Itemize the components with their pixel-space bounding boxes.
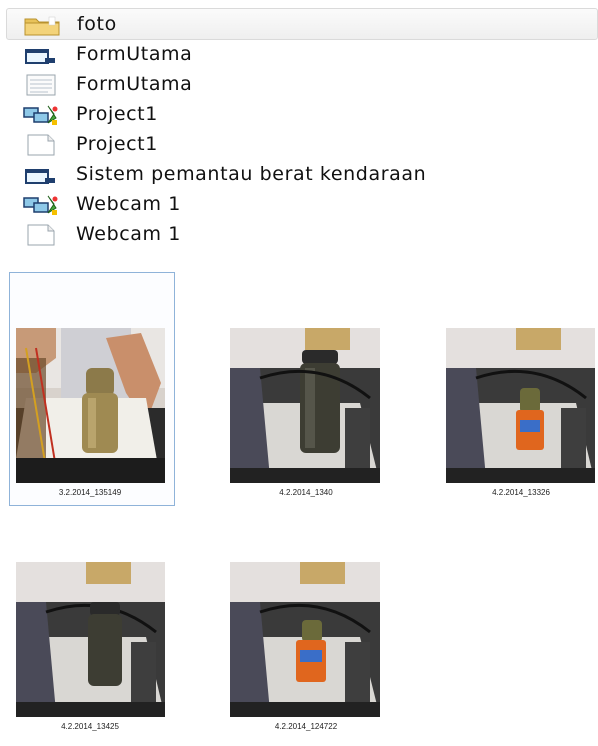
text-file-icon (22, 74, 62, 96)
file-name: FormUtama (76, 43, 193, 65)
file-name: Project1 (76, 133, 158, 155)
file-item-webcam1-vbp[interactable]: Webcam 1 (0, 189, 598, 219)
vb-project-icon (22, 104, 62, 126)
photo-thumbnail[interactable] (230, 562, 380, 717)
thumbnail-caption: 4.2.2014_1340 (279, 488, 333, 497)
file-item-webcam1-blank[interactable]: Webcam 1 (0, 219, 598, 249)
photo-thumbnail (16, 328, 165, 483)
vb-form-icon (22, 164, 62, 186)
photo-thumbnail[interactable] (230, 328, 380, 483)
file-name: Webcam 1 (76, 223, 181, 245)
file-item-sistem-form[interactable]: Sistem pemantau berat kendaraan (0, 159, 598, 189)
photo-thumbnail[interactable] (16, 562, 165, 717)
file-name: foto (77, 13, 117, 35)
thumbnail-caption: 4.2.2014_124722 (274, 722, 338, 731)
folder-icon (23, 14, 63, 36)
vb-form-icon (22, 44, 62, 66)
file-name: FormUtama (76, 73, 193, 95)
file-item-formutama-form[interactable]: FormUtama (0, 39, 598, 69)
file-item-formutama-text[interactable]: FormUtama (0, 69, 598, 99)
thumbnail-caption: 4.2.2014_13326 (492, 488, 550, 497)
blank-file-icon (22, 134, 62, 156)
photo-thumbnail[interactable] (446, 328, 595, 483)
file-name: Project1 (76, 103, 158, 125)
file-item-project1-blank[interactable]: Project1 (0, 129, 598, 159)
blank-file-icon (22, 224, 62, 246)
file-item-project1-vbp[interactable]: Project1 (0, 99, 598, 129)
thumbnail-caption: 3.2.2014_135149 (58, 488, 122, 497)
file-name: Sistem pemantau berat kendaraan (76, 163, 427, 185)
vb-project-icon (22, 194, 62, 216)
thumbnail-caption: 4.2.2014_13425 (61, 722, 119, 731)
file-name: Webcam 1 (76, 193, 181, 215)
file-item-foto[interactable]: foto (6, 8, 598, 40)
